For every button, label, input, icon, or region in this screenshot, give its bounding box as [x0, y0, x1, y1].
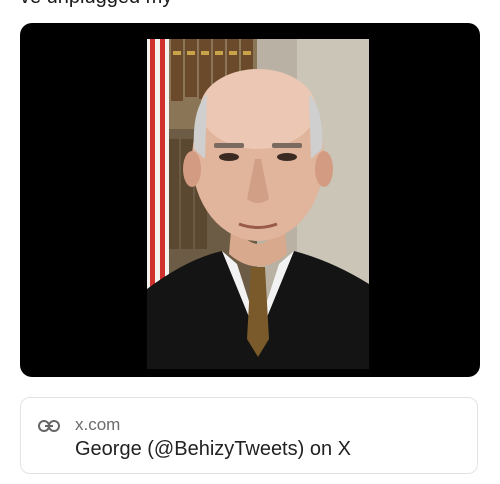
- link-domain: x.com: [75, 415, 121, 434]
- link-preview-card[interactable]: x.com George (@BehizyTweets) on X: [20, 397, 478, 474]
- post-text-cutoff: ve unplugged my: [20, 0, 172, 9]
- portrait-photo[interactable]: [147, 39, 369, 369]
- link-icon: [38, 420, 60, 432]
- media-frame[interactable]: [20, 23, 480, 377]
- link-title[interactable]: George (@BehizyTweets) on X: [75, 438, 351, 461]
